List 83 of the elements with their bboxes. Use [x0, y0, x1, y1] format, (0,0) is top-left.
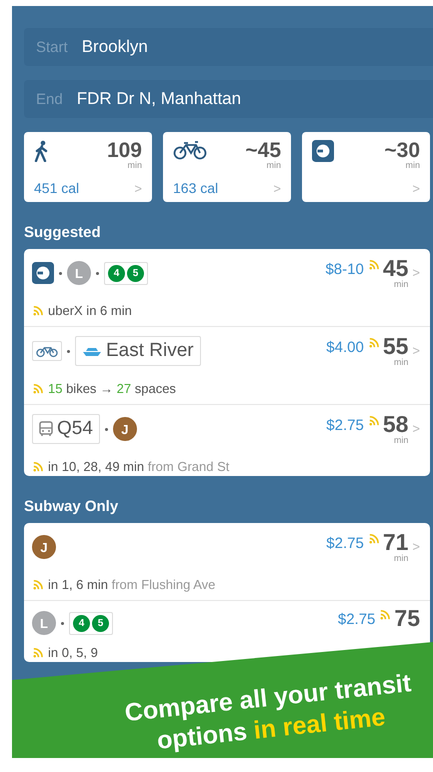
live-feed-icon — [32, 579, 43, 590]
live-feed-icon — [368, 533, 379, 544]
ride-logo-icon — [32, 262, 54, 284]
boat-icon — [82, 345, 102, 357]
chevron-icon: > — [412, 343, 420, 358]
duration: 55 — [382, 335, 408, 358]
mode-card[interactable]: ~45 min 163 cal > — [163, 132, 291, 202]
mode-card[interactable]: 109 min 451 cal > — [24, 132, 152, 202]
walker-icon — [34, 140, 50, 162]
duration: 45 — [382, 257, 408, 280]
ride-logo-icon — [312, 140, 334, 162]
line-badge: 4 — [108, 264, 125, 282]
chevron-icon: > — [134, 180, 142, 196]
duration-unit: min — [405, 161, 420, 170]
section-title: Suggested — [24, 224, 102, 241]
live-feed-icon — [368, 415, 379, 426]
duration: 71 — [382, 531, 408, 554]
chevron-icon: > — [412, 539, 420, 554]
chevron-icon: > — [412, 265, 420, 280]
separator-dot — [59, 272, 62, 274]
departure-info: in 10, 28, 49 min from Grand St — [48, 459, 230, 474]
separator-dot — [104, 428, 108, 430]
bicycle-icon — [173, 140, 207, 160]
duration-unit: min — [394, 436, 408, 445]
duration-unit: min — [394, 280, 408, 289]
live-feed-icon — [32, 383, 43, 394]
departure-info: 15 bikes → 27 spaces — [48, 381, 176, 396]
live-feed-icon — [32, 305, 43, 316]
calories: 163 cal — [173, 180, 218, 196]
departure-info: in 0, 5, 9 — [48, 645, 98, 660]
route-row[interactable]: L 4 5 $8-10 45 min > uberX in 6 min — [24, 249, 430, 327]
separator-dot — [61, 622, 64, 624]
line-badge: 5 — [127, 264, 144, 282]
route-row[interactable]: Q54 J $2.75 58 min > in 10, 28, 49 min from Grand St — [24, 405, 430, 476]
mode-card[interactable]: ~30 min > — [302, 132, 430, 202]
chevron-icon: > — [412, 421, 420, 436]
live-feed-icon — [368, 259, 379, 270]
line-badge: 5 — [92, 614, 109, 632]
price: $2.75 — [326, 535, 364, 552]
live-feed-icon — [368, 337, 379, 348]
route-row[interactable]: J $2.75 71 min > in 1, 6 min from Flushing Ave — [24, 523, 430, 601]
duration: 109 — [106, 140, 142, 161]
bus-route: Q54 — [57, 418, 93, 440]
start-label: Start — [36, 38, 68, 56]
line-badge: L — [32, 611, 56, 635]
start-value: Brooklyn — [82, 37, 148, 57]
end-value: FDR Dr N, Manhattan — [76, 89, 242, 109]
line-badge: J — [112, 417, 137, 441]
input-field[interactable]: End FDR Dr N, Manhattan — [24, 80, 433, 118]
calories: 451 cal — [34, 180, 80, 196]
duration-unit: min — [394, 358, 408, 367]
live-feed-icon — [32, 461, 43, 472]
route-row[interactable]: L 4 5 $2.75 75 — [32, 607, 420, 639]
price: $2.75 — [338, 611, 376, 628]
duration: ~30 — [384, 140, 420, 161]
departure-info: in 1, 6 min from Flushing Ave — [48, 577, 216, 592]
line-badge: J — [32, 535, 56, 559]
headline: Compare all your transit options in real time — [124, 668, 414, 757]
chevron-icon: > — [273, 180, 281, 196]
duration-unit: min — [127, 161, 142, 170]
ferry-name: East River — [106, 340, 194, 362]
price: $4.00 — [326, 339, 364, 356]
duration: 75 — [394, 607, 420, 630]
route-row[interactable]: East River $4.00 55 min > 15 bikes → 27 spaces — [24, 327, 430, 405]
price: $8-10 — [325, 261, 364, 278]
bus-icon — [39, 421, 53, 437]
duration-unit: min — [266, 161, 281, 170]
chevron-icon: > — [412, 181, 420, 196]
live-feed-icon — [32, 647, 43, 658]
section-title: Subway Only — [24, 498, 120, 515]
line-badge: 4 — [73, 614, 90, 632]
separator-dot — [96, 272, 99, 274]
price: $2.75 — [326, 417, 364, 434]
departure-info: uberX in 6 min — [48, 303, 132, 318]
duration: 58 — [382, 413, 408, 436]
duration-unit: min — [394, 554, 408, 563]
live-feed-icon — [379, 609, 390, 620]
line-badge: L — [67, 261, 91, 285]
end-label: End — [36, 90, 63, 108]
bicycle-icon — [36, 344, 58, 358]
separator-dot — [67, 350, 70, 352]
input-field[interactable]: Start Brooklyn — [24, 28, 433, 66]
duration: ~45 — [245, 140, 281, 161]
